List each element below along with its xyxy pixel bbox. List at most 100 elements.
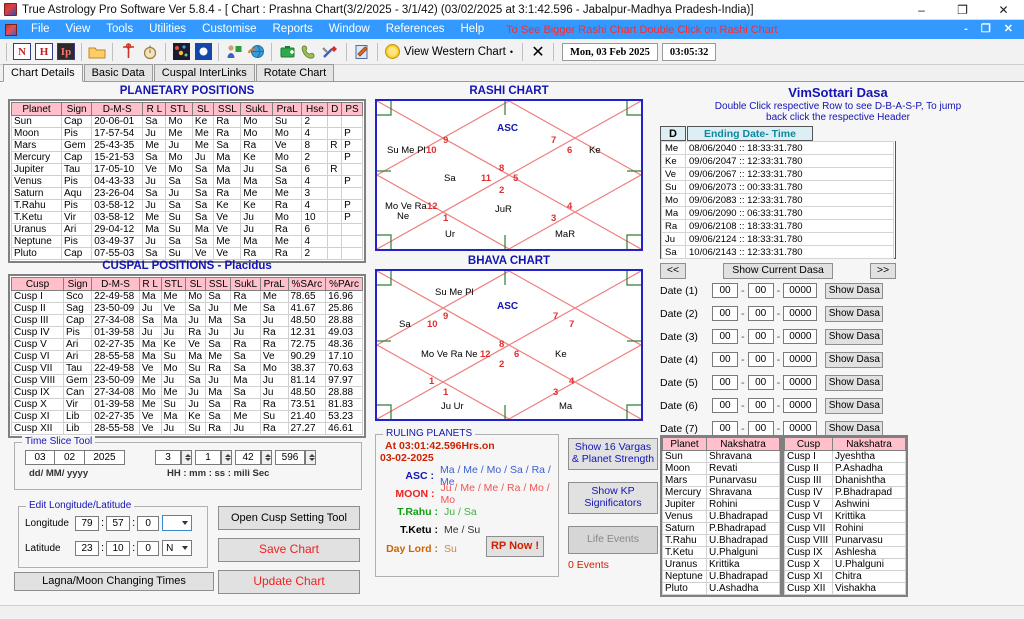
date-3-year-input[interactable]: 0000 bbox=[783, 329, 818, 344]
longitude-direction-select[interactable] bbox=[162, 515, 193, 531]
table-row[interactable]: Cusp II Sag 23-50-09 Ju Ve Sa Ju Me Sa 41.67 25.86 bbox=[11, 302, 363, 315]
menu-tools[interactable]: Tools bbox=[98, 20, 141, 39]
table-row[interactable]: T.Ketu Vir 03-58-12 Me Su Sa Ve Ju Mo 10 P bbox=[11, 211, 363, 224]
table-row[interactable]: Uranus Ari 29-04-12 Ma Su Ma Ve Ju Ra 6 bbox=[11, 223, 363, 236]
date-5-month-input[interactable]: 00 bbox=[747, 375, 774, 390]
compass-icon[interactable] bbox=[118, 42, 138, 62]
horary-chart-icon[interactable]: H bbox=[34, 42, 54, 62]
dasa-row[interactable]: Ra 09/06/2108 :: 18:33:31.780 bbox=[661, 219, 894, 233]
table-row[interactable]: Cusp VI Ari 28-55-58 Ma Su Ma Me Sa Ve 90.29 17.10 bbox=[11, 350, 363, 363]
table-row[interactable]: Cusp VI Krittika bbox=[784, 510, 906, 523]
phone-icon[interactable] bbox=[299, 42, 319, 62]
show-dasa-button-6[interactable]: Show Dasa bbox=[825, 397, 884, 414]
dasa-col-d-header[interactable]: D bbox=[660, 126, 686, 141]
menu-help[interactable]: Help bbox=[453, 20, 493, 39]
menu-references[interactable]: References bbox=[378, 20, 453, 39]
timeslice-year-input[interactable]: 2025 bbox=[85, 450, 125, 465]
table-row[interactable]: Cusp IV Pis 01-39-58 Ju Ju Ra Ju Ju Ra 12.31 49.03 bbox=[11, 326, 363, 339]
longitude-minutes-input[interactable]: 57 bbox=[106, 515, 131, 531]
show-16-vargas-button[interactable]: Show 16 Vargas & Planet Strength bbox=[568, 438, 658, 470]
table-row[interactable]: Cusp III Cap 27-34-08 Sa Ma Ju Ma Sa Ju 48.50 28.8… bbox=[11, 314, 363, 327]
open-folder-icon[interactable] bbox=[87, 42, 107, 62]
minute-spinner[interactable] bbox=[221, 450, 232, 465]
date-1-month-input[interactable]: 00 bbox=[747, 283, 774, 298]
menu-view[interactable]: View bbox=[58, 20, 99, 39]
timeslice-month-input[interactable]: 02 bbox=[55, 450, 85, 465]
tab-basic-data[interactable]: Basic Data bbox=[83, 64, 153, 81]
table-row[interactable]: Cusp XII Lib 28-55-58 Ve Ju Su Ra Ju Ra 27.27 46.6… bbox=[11, 422, 363, 435]
view-western-chart-button[interactable]: View Western Chart • bbox=[385, 44, 518, 59]
maximize-button[interactable]: ❐ bbox=[942, 0, 983, 20]
close-button[interactable]: ✕ bbox=[983, 0, 1024, 20]
dasa-next-button[interactable]: >> bbox=[870, 263, 896, 279]
date-5-day-input[interactable]: 00 bbox=[712, 375, 738, 390]
date-1-year-input[interactable]: 0000 bbox=[783, 283, 818, 298]
tab-cuspal-interlinks[interactable]: Cuspal InterLinks bbox=[153, 64, 255, 81]
update-chart-button[interactable]: Update Chart bbox=[218, 570, 360, 594]
cancel-icon[interactable]: ✕ bbox=[528, 42, 548, 62]
timeslice-minute-input[interactable]: 1 bbox=[195, 450, 221, 465]
table-row[interactable]: Neptune Pis 03-49-37 Ju Sa Sa Me Ma Me 4 bbox=[11, 235, 363, 248]
table-row[interactable]: Jupiter Tau 17-05-10 Ve Mo Sa Ma Ju Sa 6 R bbox=[11, 163, 363, 176]
table-row[interactable]: Mercury Cap 15-21-53 Sa Mo Ju Ma Ke Mo 2 P bbox=[11, 151, 363, 164]
table-row[interactable]: Cusp XII Vishakha bbox=[784, 582, 906, 595]
second-spinner[interactable] bbox=[261, 450, 272, 465]
rp-now-button[interactable]: RP Now ! bbox=[486, 536, 544, 557]
longitude-degrees-input[interactable]: 79 bbox=[75, 515, 99, 531]
edit-note-icon[interactable] bbox=[352, 42, 372, 62]
date-1-day-input[interactable]: 00 bbox=[712, 283, 738, 298]
hour-spinner[interactable] bbox=[181, 450, 192, 465]
minimize-button[interactable]: – bbox=[901, 0, 942, 20]
millis-spinner[interactable] bbox=[305, 450, 316, 465]
table-row[interactable]: Pluto U.Ashadha bbox=[662, 582, 780, 595]
date-2-year-input[interactable]: 0000 bbox=[783, 306, 818, 321]
show-dasa-button-2[interactable]: Show Dasa bbox=[825, 305, 884, 322]
table-row[interactable]: T.Rahu U.Bhadrapad bbox=[662, 534, 780, 547]
table-row[interactable]: Cusp VIII Gem 23-50-09 Me Ju Sa Ju Ma Ju 81.14 97.… bbox=[11, 374, 363, 387]
table-row[interactable]: Cusp V Ashwini bbox=[784, 498, 906, 511]
eclipse-icon[interactable] bbox=[193, 42, 213, 62]
table-row[interactable]: Mars Punarvasu bbox=[662, 474, 780, 487]
table-row[interactable]: Saturn P.Bhadrapad bbox=[662, 522, 780, 535]
dasa-prev-button[interactable]: << bbox=[660, 263, 686, 279]
dasa-row[interactable]: Ke 09/06/2047 :: 12:33:31.780 bbox=[661, 154, 894, 168]
open-cusp-setting-tool-button[interactable]: Open Cusp Setting Tool bbox=[218, 506, 360, 530]
tools-icon[interactable] bbox=[321, 42, 341, 62]
table-row[interactable]: Neptune U.Bhadrapad bbox=[662, 570, 780, 583]
table-row[interactable]: Uranus Krittika bbox=[662, 558, 780, 571]
dasa-row[interactable]: Su 09/06/2073 :: 00:33:31.780 bbox=[661, 180, 894, 194]
date-6-day-input[interactable]: 00 bbox=[712, 398, 738, 413]
dasa-row[interactable]: Ve 09/06/2067 :: 12:33:31.780 bbox=[661, 167, 894, 181]
date-7-year-input[interactable]: 0000 bbox=[783, 421, 818, 436]
natal-chart-icon[interactable]: N bbox=[12, 42, 32, 62]
menu-file[interactable]: File bbox=[23, 20, 58, 39]
table-row[interactable]: T.Ketu U.Phalguni bbox=[662, 546, 780, 559]
table-row[interactable]: Cusp X Vir 01-39-58 Me Su Ju Sa Ra Ra 73.51 81.83 bbox=[11, 398, 363, 411]
briefcase-add-icon[interactable] bbox=[277, 42, 297, 62]
show-kp-significators-button[interactable]: Show KP Significators bbox=[568, 482, 658, 514]
date-5-year-input[interactable]: 0000 bbox=[783, 375, 818, 390]
table-row[interactable]: Cusp V Ari 02-27-35 Ma Ke Ve Sa Ra Ra 72.75 48.36 bbox=[11, 338, 363, 351]
table-row[interactable]: Cusp III Dhanishtha bbox=[784, 474, 906, 487]
current-time-display[interactable]: 03:05:32 bbox=[661, 42, 717, 61]
table-row[interactable]: Sun Shravana bbox=[662, 450, 780, 463]
rashi-chart-diagram[interactable]: ASC 9 10 7 6 8 11 5 2 12 1 4 3 Su Me Pl … bbox=[375, 99, 643, 251]
dasa-row[interactable]: Sa 10/06/2143 :: 12:33:31.780 bbox=[661, 245, 894, 259]
date-6-month-input[interactable]: 00 bbox=[747, 398, 774, 413]
timeslice-millis-input[interactable]: 596 bbox=[275, 450, 305, 465]
date-7-month-input[interactable]: 00 bbox=[747, 421, 774, 436]
table-row[interactable]: Cusp VII Tau 22-49-58 Ve Mo Su Ra Sa Mo 38.37 70.6… bbox=[11, 362, 363, 375]
date-4-day-input[interactable]: 00 bbox=[712, 352, 738, 367]
menu-reports[interactable]: Reports bbox=[265, 20, 321, 39]
latitude-minutes-input[interactable]: 10 bbox=[106, 540, 131, 556]
tab-chart-details[interactable]: Chart Details bbox=[3, 64, 83, 82]
timeslice-hour-input[interactable]: 3 bbox=[155, 450, 181, 465]
table-row[interactable]: Venus U.Bhadrapad bbox=[662, 510, 780, 523]
timeslice-day-input[interactable]: 03 bbox=[25, 450, 55, 465]
date-4-month-input[interactable]: 00 bbox=[747, 352, 774, 367]
table-row[interactable]: Cusp VII Rohini bbox=[784, 522, 906, 535]
dasa-row[interactable]: Ju 09/06/2124 :: 18:33:31.780 bbox=[661, 232, 894, 246]
table-row[interactable]: Venus Pis 04-43-33 Ju Sa Sa Ma Ma Sa 4 P bbox=[11, 175, 363, 188]
longitude-seconds-input[interactable]: 0 bbox=[137, 515, 160, 531]
table-row[interactable]: Sun Cap 20-06-01 Sa Mo Ke Ra Mo Su 2 bbox=[11, 115, 363, 128]
